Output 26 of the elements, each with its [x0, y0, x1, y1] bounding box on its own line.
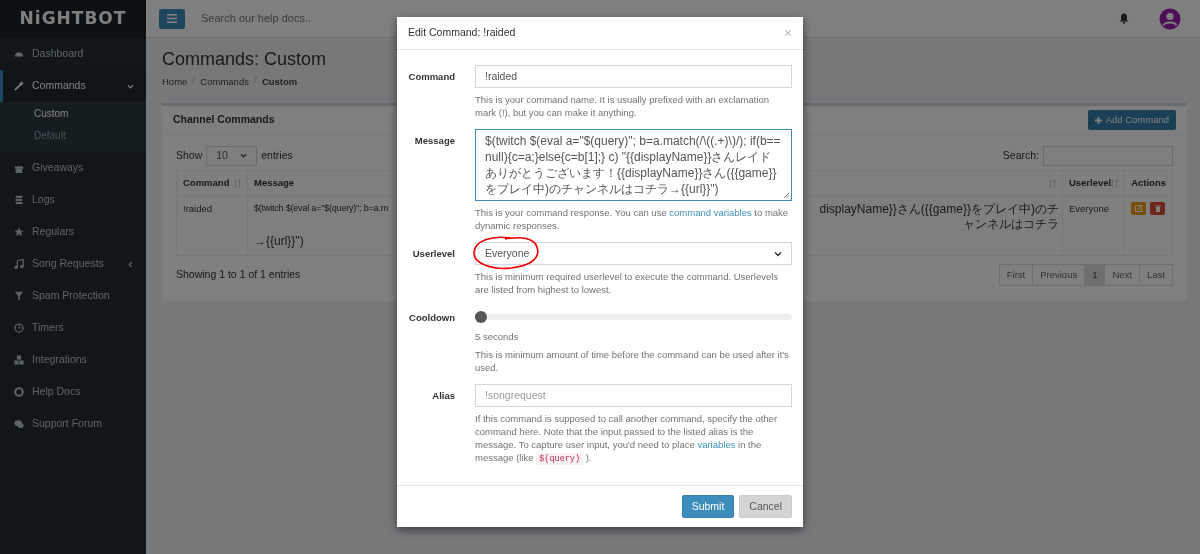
help-text: This is minimum amount of time before the command can be used after it's used. [475, 348, 790, 374]
field-label: Alias [431, 389, 455, 403]
field-label: Cooldown [408, 311, 455, 325]
table-cell-text: displayName}}さん({{game}}をプレイ中)のチャンネルはコチラ [818, 201, 1059, 232]
table-cell-text: →{{url}}") [254, 233, 304, 248]
help-text: This is minimum required userlevel to execute the command. Userlevels are listed from highest to lowest. [475, 270, 780, 296]
slider-reading: 5 seconds [475, 330, 520, 343]
field-label: Command [407, 70, 455, 84]
help-text: This is your command response. You can use command variables to make dynamic responses. [475, 206, 790, 232]
field-label: Message [413, 134, 455, 148]
field-label: Userlevel [411, 247, 455, 261]
table-cell-text: $(twitch $(eval a="$(query)"; b=a.m [254, 201, 388, 215]
table-info: Showing 1 to 1 of 1 entries [176, 267, 301, 283]
table-cell: !raided [176, 196, 248, 256]
page-title: Commands: Custom [162, 49, 328, 71]
dialog-title: Edit Command: !raided [408, 25, 516, 41]
search-label: Search: [1002, 147, 1039, 163]
length-label: entries [261, 147, 293, 163]
length-label: Show [176, 147, 203, 163]
help-text: If this command is supposed to call another command, specify the other command here. Note that the input passed to the listed alias is the message. To capture user input, you'd need to place variables in the message (like $(query) ). [475, 412, 779, 466]
help-text: This is your command name. It is usually prefixed with an exclamation mark (!), but you can make it anything. [475, 93, 771, 119]
card-title: Channel Commands [173, 112, 275, 128]
table-cell: Everyone [1062, 196, 1125, 256]
code-snippet: $(query) [536, 453, 584, 465]
column-header: Actions [1124, 170, 1173, 197]
breadcrumb-current: Custom [261, 74, 298, 89]
